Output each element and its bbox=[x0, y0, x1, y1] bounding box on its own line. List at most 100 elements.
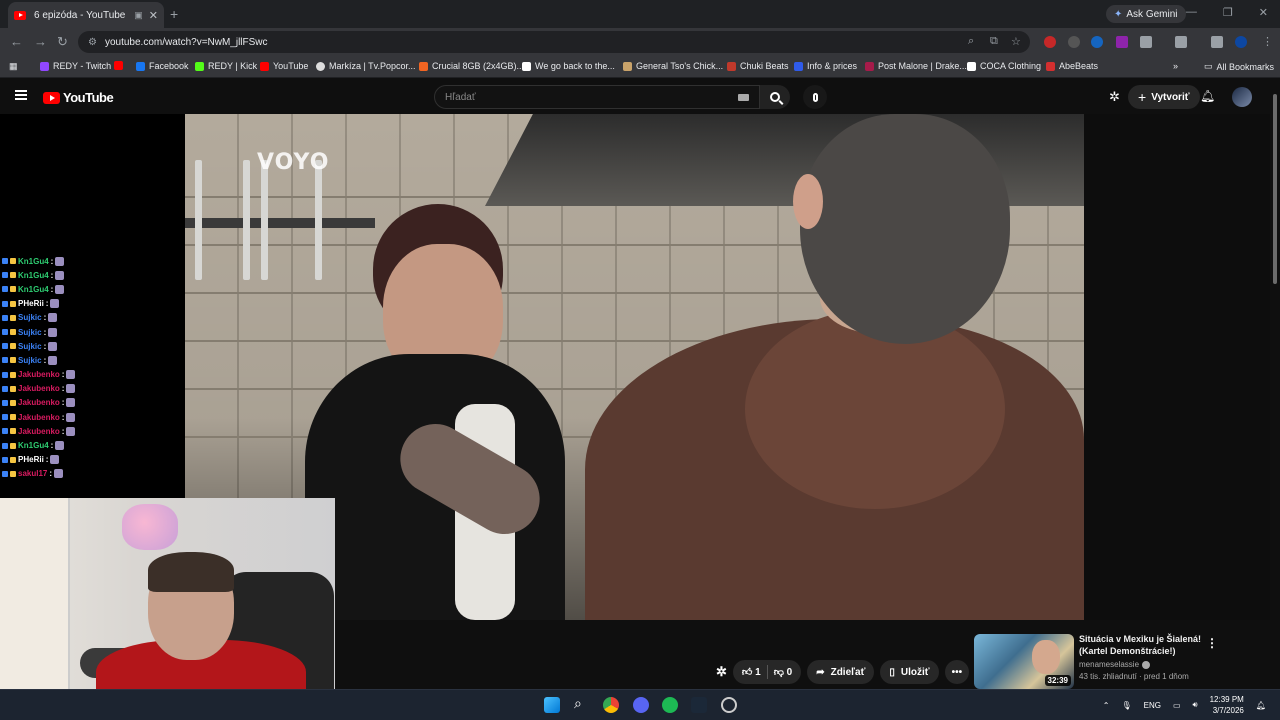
spotify-icon[interactable] bbox=[662, 697, 678, 713]
bookmark-item[interactable]: AbeBeats bbox=[1046, 61, 1098, 71]
extension-arrow-icon[interactable] bbox=[1068, 36, 1080, 48]
cast-icon[interactable]: ⧉ bbox=[990, 35, 998, 48]
keyboard-icon[interactable] bbox=[738, 94, 749, 101]
bookmark-item[interactable]: Info & prices bbox=[794, 61, 857, 71]
language-indicator[interactable]: ENG bbox=[1144, 701, 1161, 710]
extensions-puzzle-icon[interactable] bbox=[1140, 36, 1152, 48]
bookmark-item[interactable] bbox=[114, 61, 123, 70]
search-input[interactable]: Hľadať bbox=[434, 85, 760, 109]
chat-badge-icon bbox=[10, 343, 16, 350]
channel-name[interactable]: menameselassie bbox=[1079, 660, 1151, 669]
dislike-button[interactable]: 👎︎ 0 bbox=[774, 666, 793, 678]
windows-start-icon[interactable] bbox=[544, 697, 560, 713]
extension-counter-icon[interactable] bbox=[1091, 36, 1103, 48]
side-panel-icon[interactable] bbox=[1175, 36, 1187, 48]
forward-arrow-icon[interactable]: → bbox=[34, 34, 47, 49]
scrollbar-thumb[interactable] bbox=[1273, 94, 1277, 284]
browser-tab-active[interactable]: 6 epizóda - YouTube ▣ ✕ bbox=[8, 2, 164, 28]
chat-username[interactable]: Kn1Gu4 bbox=[18, 285, 49, 294]
chat-username[interactable]: Jakubenko bbox=[18, 370, 60, 379]
chat-username[interactable]: Kn1Gu4 bbox=[18, 271, 49, 280]
like-button[interactable]: 👍︎ 1 bbox=[742, 666, 761, 678]
more-actions-button[interactable]: ••• bbox=[944, 660, 970, 684]
chat-username[interactable]: Sujkic bbox=[18, 356, 42, 365]
extension-red-icon[interactable] bbox=[1044, 36, 1056, 48]
search-icon[interactable]: ⌕ bbox=[574, 695, 590, 711]
extension-gear-icon[interactable]: ✲ bbox=[716, 664, 727, 680]
network-icon[interactable]: ▭ bbox=[1173, 701, 1181, 710]
bookmark-item[interactable]: YouTube bbox=[260, 61, 308, 71]
profile-avatar[interactable] bbox=[1235, 36, 1247, 48]
microphone-tray-icon[interactable]: 🎙︎ bbox=[1121, 701, 1131, 710]
page-scrollbar[interactable] bbox=[1270, 82, 1280, 688]
address-bar[interactable]: ⚙ youtube.com/watch?v=NwM_jllFSwc bbox=[78, 31, 1030, 53]
chat-username[interactable]: Sujkic bbox=[18, 328, 42, 337]
chat-username[interactable]: PHeRii bbox=[18, 299, 44, 308]
downloads-icon[interactable] bbox=[1211, 36, 1223, 48]
clock[interactable]: 12:39 PM 3/7/2026 bbox=[1210, 694, 1244, 716]
bookmark-item[interactable]: Post Malone | Drake... bbox=[865, 61, 967, 71]
site-info-icon[interactable]: ⚙ bbox=[88, 37, 97, 48]
media-playing-icon[interactable]: ▣ bbox=[134, 10, 143, 21]
chat-username[interactable]: Kn1Gu4 bbox=[18, 257, 49, 266]
bookmark-star-icon[interactable]: ☆ bbox=[1011, 35, 1021, 48]
bookmark-item[interactable]: Chuki Beats bbox=[727, 61, 789, 71]
back-arrow-icon[interactable]: ← bbox=[10, 34, 23, 49]
chat-username[interactable]: sakul17 bbox=[18, 469, 47, 478]
video-menu-button[interactable]: ⋮ bbox=[1206, 636, 1218, 650]
bookmark-item[interactable]: COCA Clothing bbox=[967, 61, 1041, 71]
bookmark-item[interactable]: REDY - Twitch bbox=[40, 61, 111, 71]
close-window-button[interactable]: ✕ bbox=[1259, 6, 1268, 19]
chrome-menu-icon[interactable]: ⋮ bbox=[1262, 35, 1273, 48]
all-bookmarks-button[interactable]: ▭ All Bookmarks bbox=[1204, 61, 1274, 72]
bookmarks-overflow-button[interactable]: » bbox=[1173, 61, 1178, 71]
zoom-icon[interactable]: ⌕ bbox=[968, 35, 974, 48]
chat-separator: : bbox=[50, 441, 54, 451]
tray-overflow-icon[interactable]: ⌃ bbox=[1103, 701, 1110, 710]
recommended-video-card[interactable]: 32:39 Situácia v Mexiku je Šialená! (Kar… bbox=[974, 634, 1220, 690]
volume-icon[interactable]: 🔊︎ bbox=[1193, 700, 1198, 710]
bookmark-item[interactable]: REDY | Kick bbox=[195, 61, 257, 71]
new-tab-button[interactable]: + bbox=[170, 6, 178, 22]
bookmark-item[interactable]: Crucial 8GB (2x4GB)... bbox=[419, 61, 524, 71]
chat-username[interactable]: Jakubenko bbox=[18, 384, 60, 393]
chat-username[interactable]: Jakubenko bbox=[18, 398, 60, 407]
discord-icon[interactable] bbox=[633, 697, 649, 713]
chat-username[interactable]: Sujkic bbox=[18, 342, 42, 351]
chat-emote-icon bbox=[55, 441, 65, 451]
notification-icon[interactable]: 🔔︎ bbox=[1256, 701, 1266, 710]
voice-search-button[interactable] bbox=[803, 85, 827, 109]
chat-badge-icon bbox=[2, 399, 8, 406]
chat-username[interactable]: PHeRii bbox=[18, 455, 44, 464]
hamburger-menu-icon[interactable] bbox=[15, 90, 27, 100]
create-button[interactable]: + Vytvoriť bbox=[1128, 85, 1200, 109]
video-thumbnail[interactable]: 32:39 bbox=[974, 634, 1074, 689]
minimize-button[interactable]: — bbox=[1186, 6, 1197, 19]
save-button[interactable]: ▯ Uložiť bbox=[880, 660, 939, 684]
notifications-bell-icon[interactable]: 🔔︎ bbox=[1200, 89, 1215, 103]
extension-gear-icon[interactable]: ✲ bbox=[1109, 89, 1120, 105]
chat-username[interactable]: Sujkic bbox=[18, 313, 42, 322]
account-avatar[interactable] bbox=[1232, 87, 1252, 107]
extension-twitch-icon[interactable] bbox=[1116, 36, 1128, 48]
bookmark-item[interactable]: We go back to the... bbox=[522, 61, 615, 71]
youtube-logo[interactable]: YouTube bbox=[43, 90, 114, 105]
chrome-icon[interactable] bbox=[603, 697, 619, 713]
apps-grid-icon[interactable]: ▦ bbox=[9, 61, 18, 72]
bookmark-item[interactable]: Facebook bbox=[136, 61, 189, 71]
search-button[interactable] bbox=[760, 85, 790, 109]
ask-gemini-button[interactable]: ✦ Ask Gemini bbox=[1106, 5, 1186, 23]
chat-username[interactable]: Kn1Gu4 bbox=[18, 441, 49, 450]
share-button[interactable]: ➦ Zdieľať bbox=[807, 660, 875, 684]
chat-message: sakul17: bbox=[2, 467, 182, 481]
bookmark-item[interactable]: Markíza | Tv.Popcor... bbox=[316, 61, 416, 71]
tab-close-button[interactable]: ✕ bbox=[149, 9, 158, 22]
bookmark-item[interactable]: General Tso's Chick... bbox=[623, 61, 723, 71]
app-icon[interactable] bbox=[721, 697, 737, 713]
chat-username[interactable]: Jakubenko bbox=[18, 413, 60, 422]
steam-icon[interactable] bbox=[691, 697, 707, 713]
video-title[interactable]: Situácia v Mexiku je Šialená! (Kartel De… bbox=[1079, 634, 1207, 657]
chat-username[interactable]: Jakubenko bbox=[18, 427, 60, 436]
reload-icon[interactable]: ↻ bbox=[57, 34, 68, 50]
maximize-button[interactable]: ❐ bbox=[1223, 6, 1233, 19]
